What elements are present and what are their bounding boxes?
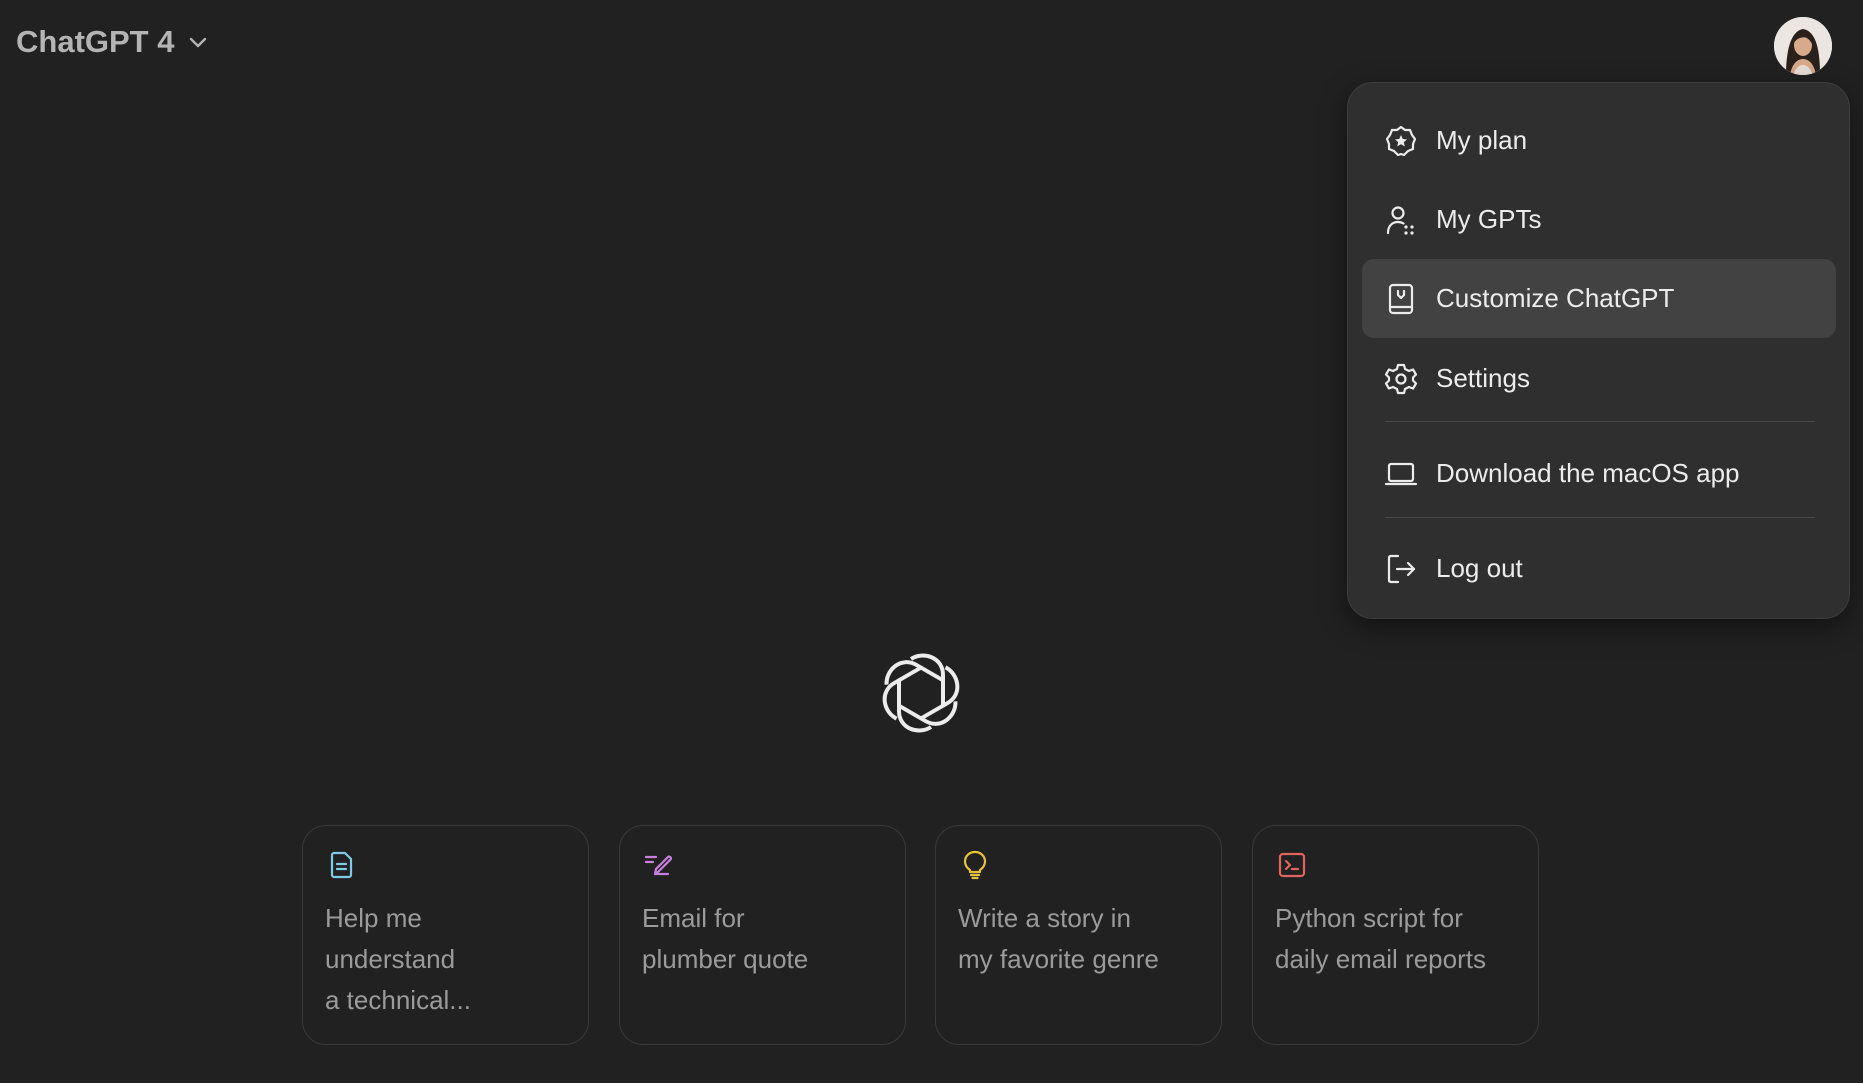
- user-avatar[interactable]: [1774, 17, 1832, 75]
- suggestion-text: Write a story in my favorite genre: [958, 903, 1159, 974]
- suggestion-card-python[interactable]: Python script for daily email reports: [1252, 825, 1539, 1045]
- terminal-icon: [1277, 850, 1307, 880]
- laptop-icon: [1384, 457, 1418, 491]
- suggestion-text: Help me understand a technical...: [325, 903, 471, 1015]
- menu-item-settings[interactable]: Settings: [1362, 339, 1836, 418]
- menu-item-customize-chatgpt[interactable]: Customize ChatGPT: [1362, 259, 1836, 338]
- suggestion-text: Python script for daily email reports: [1275, 903, 1486, 974]
- menu-item-label: My GPTs: [1436, 204, 1542, 234]
- logout-icon: [1384, 552, 1418, 586]
- chevron-down-icon: [190, 37, 207, 48]
- gpts-people-icon: [1384, 203, 1418, 237]
- suggestion-card-technical[interactable]: Help me understand a technical...: [302, 825, 589, 1045]
- model-switcher[interactable]: ChatGPT 4: [16, 24, 210, 60]
- menu-item-label: Download the macOS app: [1436, 458, 1740, 488]
- chatgpt-app: ChatGPT 4 My plan My GPTs Customize Chat…: [0, 0, 1863, 1083]
- user-menu: My plan My GPTs Customize ChatGPT Settin…: [1347, 82, 1850, 619]
- suggestion-card-email[interactable]: Email for plumber quote: [619, 825, 906, 1045]
- menu-divider: [1385, 517, 1815, 518]
- menu-item-my-plan[interactable]: My plan: [1362, 101, 1836, 180]
- plan-badge-icon: [1384, 124, 1418, 158]
- openai-logo-icon: [882, 653, 960, 733]
- gear-icon: [1384, 362, 1418, 396]
- lightbulb-icon: [960, 850, 990, 880]
- menu-divider: [1385, 421, 1815, 422]
- document-icon: [327, 850, 357, 880]
- menu-item-label: Settings: [1436, 363, 1530, 393]
- menu-item-label: Log out: [1436, 553, 1523, 583]
- menu-item-my-gpts[interactable]: My GPTs: [1362, 180, 1836, 259]
- model-name: ChatGPT 4: [16, 24, 175, 59]
- menu-item-log-out[interactable]: Log out: [1362, 529, 1836, 608]
- openai-logo: [878, 650, 964, 736]
- suggestion-text: Email for plumber quote: [642, 903, 809, 974]
- menu-item-download-macos-app[interactable]: Download the macOS app: [1362, 434, 1836, 513]
- customize-book-icon: [1384, 282, 1418, 316]
- avatar-portrait-icon: [1774, 17, 1832, 75]
- menu-item-label: My plan: [1436, 125, 1528, 155]
- pen-lines-icon: [644, 850, 674, 880]
- suggestion-card-story[interactable]: Write a story in my favorite genre: [935, 825, 1222, 1045]
- menu-item-label: Customize ChatGPT: [1436, 283, 1675, 313]
